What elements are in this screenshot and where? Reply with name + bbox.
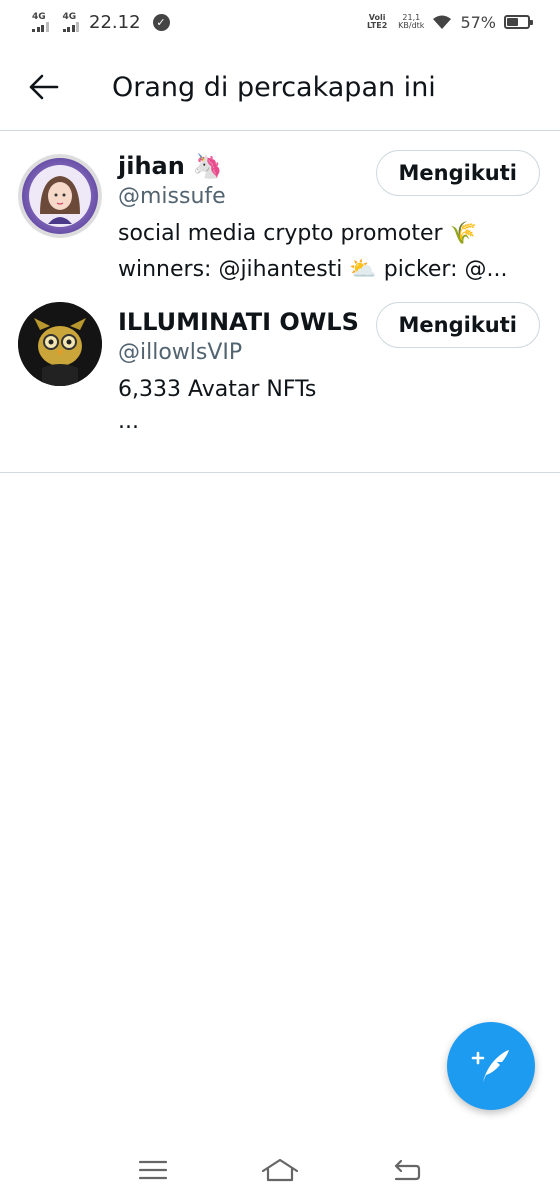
user-list: jihan 🦄 @missufe social media crypto pro… [0, 132, 560, 462]
battery-level [507, 18, 519, 26]
user-bio-line: 6,333 Avatar NFTs [118, 377, 317, 402]
menu-icon [139, 1160, 168, 1180]
compose-tweet-button[interactable] [447, 1022, 535, 1110]
battery-percent: 57% [460, 12, 496, 32]
system-nav-bar [0, 1140, 560, 1200]
home-button[interactable] [255, 1150, 305, 1190]
display-name: ILLUMINATI OWLS [118, 308, 359, 336]
display-name: jihan [118, 152, 185, 180]
clock: 22.12 [89, 11, 141, 33]
avatar-image [18, 302, 102, 386]
unicorn-emoji-icon: 🦄 [192, 152, 223, 180]
status-right: Voli LTE2 21,1 KB/dtk 57% [364, 12, 533, 32]
signal-bars-icon [62, 21, 79, 32]
avatar[interactable] [18, 302, 102, 386]
avatar[interactable] [18, 154, 102, 238]
compose-tweet-icon [471, 1050, 509, 1082]
signal-sim2: 4G [62, 11, 79, 32]
volte-label: Voli LTE2 [367, 13, 388, 30]
user-bio-line: winners: @jihantesti ⛅ picker: @... [118, 257, 508, 282]
network-type-label: 4G [62, 11, 77, 22]
user-row-jihan[interactable]: jihan 🦄 @missufe social media crypto pro… [0, 132, 560, 292]
status-left: 4G 4G 22.12 ✓ [32, 12, 364, 33]
signal-sim1: 4G [32, 11, 49, 32]
check-icon: ✓ [152, 13, 170, 31]
following-button[interactable]: Mengikuti [375, 150, 540, 196]
back-nav-button[interactable] [382, 1150, 432, 1190]
user-row-illuminati-owls[interactable]: ILLUMINATI OWLS @illowlsVIP 6,333 Avatar… [0, 292, 560, 462]
user-bio-line: ... [118, 409, 139, 434]
signal-bars-icon [32, 21, 49, 32]
list-divider [0, 472, 560, 473]
app-header: Orang di percakapan ini [0, 44, 560, 131]
speed-unit: KB/dtk [398, 21, 425, 30]
arrow-left-icon [29, 74, 59, 100]
battery-icon [504, 15, 533, 29]
volte-indicator: Voli LTE2 [364, 14, 390, 30]
home-icon [261, 1158, 299, 1182]
page-title: Orang di percakapan ini [112, 71, 436, 103]
wifi-icon [433, 15, 452, 29]
back-button[interactable] [16, 59, 72, 115]
user-bio-line: social media crypto promoter 🌾 [118, 221, 477, 246]
following-button[interactable]: Mengikuti [375, 302, 540, 348]
menu-button[interactable] [128, 1150, 178, 1190]
network-type-label: 4G [32, 11, 46, 22]
avatar-image [18, 154, 102, 238]
status-bar: 4G 4G 22.12 ✓ Voli LTE2 21,1 KB/dtk 57% [0, 0, 560, 44]
back-icon [394, 1159, 420, 1181]
network-speed: 21,1 KB/dtk [398, 14, 424, 30]
